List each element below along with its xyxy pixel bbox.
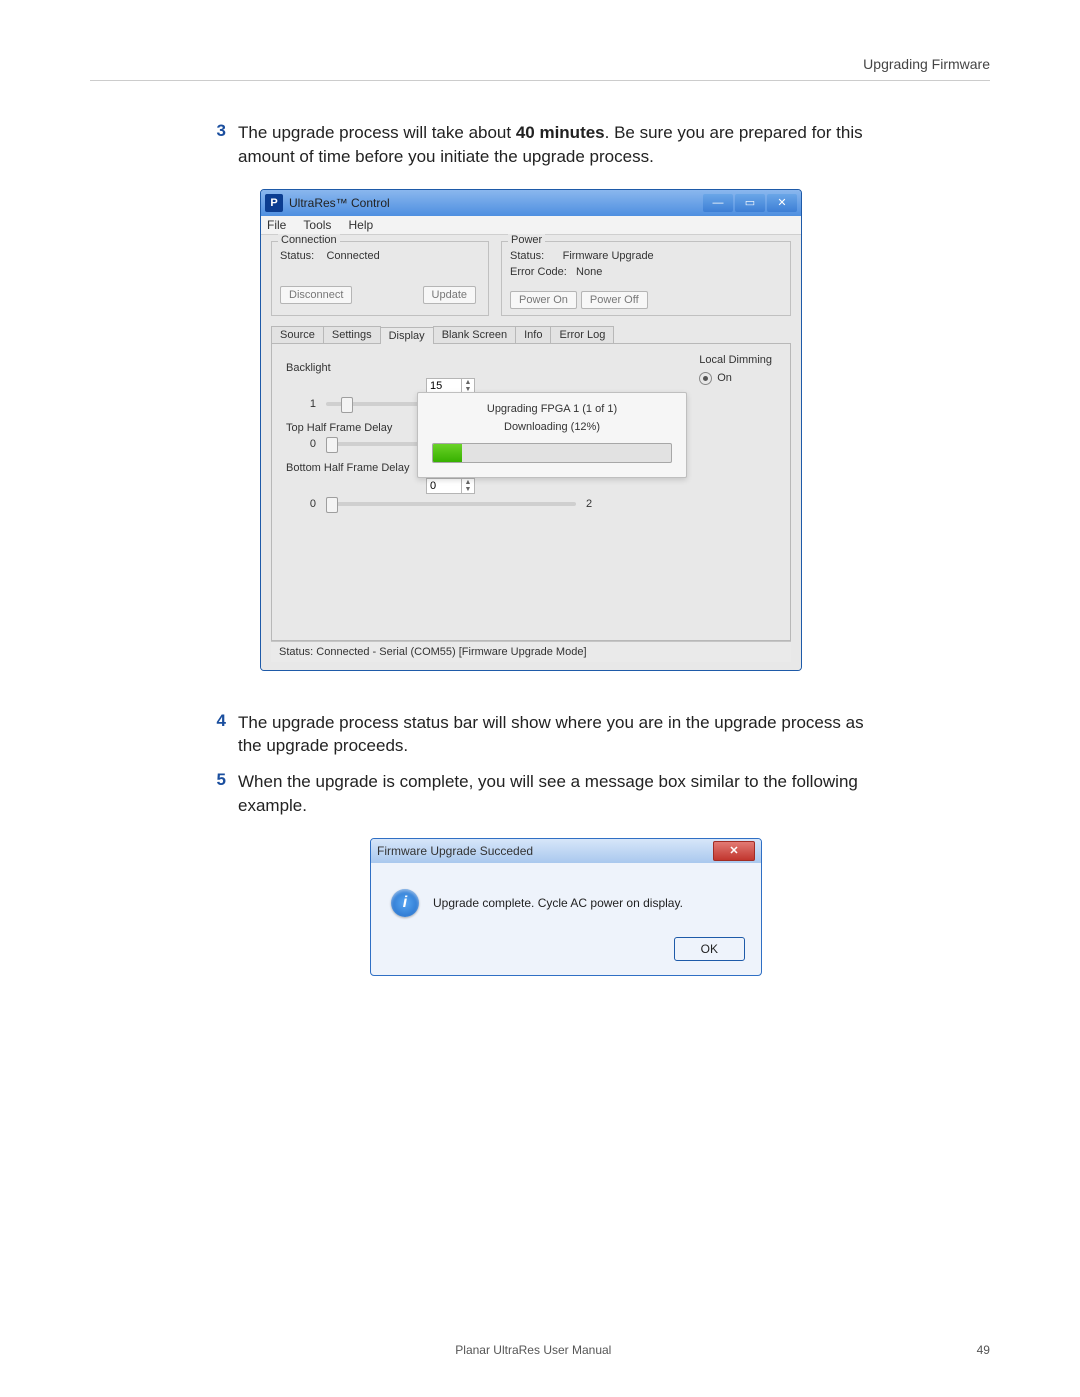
bottom-half-tick-right: 2 <box>586 498 606 510</box>
spinner-arrows-icon[interactable]: ▲▼ <box>461 479 474 493</box>
spinner-arrows-icon[interactable]: ▲▼ <box>461 379 474 393</box>
power-on-button[interactable]: Power On <box>510 291 577 309</box>
page-header: Upgrading Firmware <box>90 56 990 81</box>
connection-status-label: Status: <box>280 250 314 262</box>
tab-display[interactable]: Display <box>380 327 434 344</box>
dialog-message: Upgrade complete. Cycle AC power on disp… <box>433 896 683 910</box>
info-icon: i <box>391 889 419 917</box>
close-button[interactable]: ✕ <box>767 194 797 212</box>
step-5-number: 5 <box>200 770 226 818</box>
step-3-part-a: The upgrade process will take about <box>238 123 516 142</box>
minimize-button[interactable]: — <box>703 194 733 212</box>
step-4-text: The upgrade process status bar will show… <box>238 711 890 759</box>
power-status-value: Firmware Upgrade <box>563 250 654 262</box>
tab-settings[interactable]: Settings <box>323 326 381 343</box>
ok-button[interactable]: OK <box>674 937 745 961</box>
dialog-close-button[interactable]: ✕ <box>713 841 755 861</box>
connection-status-value: Connected <box>326 250 379 262</box>
error-code-label: Error Code: <box>510 266 567 278</box>
local-dimming-on-radio[interactable]: On <box>699 372 772 385</box>
tab-error-log[interactable]: Error Log <box>550 326 614 343</box>
step-3-number: 3 <box>200 121 226 169</box>
bottom-half-spinner[interactable]: ▲▼ <box>426 478 475 494</box>
step-4-number: 4 <box>200 711 226 759</box>
top-half-tick: 0 <box>296 438 316 450</box>
power-group-label: Power <box>508 234 545 246</box>
error-code-value: None <box>576 266 602 278</box>
dialog-title: Firmware Upgrade Succeded <box>377 844 713 858</box>
app-icon: P <box>265 194 283 212</box>
progress-line-2: Downloading (12%) <box>432 421 672 433</box>
bottom-half-tick-left: 0 <box>296 498 316 510</box>
tab-blank-screen[interactable]: Blank Screen <box>433 326 516 343</box>
tab-info[interactable]: Info <box>515 326 551 343</box>
firmware-success-dialog: Firmware Upgrade Succeded ✕ i Upgrade co… <box>370 838 762 976</box>
power-off-button[interactable]: Power Off <box>581 291 648 309</box>
window-titlebar[interactable]: P UltraRes™ Control — ▭ ✕ <box>261 190 801 216</box>
power-status-label: Status: <box>510 250 544 262</box>
step-5-text: When the upgrade is complete, you will s… <box>238 770 890 818</box>
menu-file[interactable]: File <box>267 218 286 232</box>
ultrares-control-window: P UltraRes™ Control — ▭ ✕ File Tools Hel… <box>260 189 802 671</box>
radio-dot-icon <box>699 372 712 385</box>
bottom-half-spin-input[interactable] <box>427 479 461 493</box>
step-3-bold: 40 minutes <box>516 123 605 142</box>
status-bar: Status: Connected - Serial (COM55) [Firm… <box>271 641 791 662</box>
update-button[interactable]: Update <box>423 286 476 304</box>
menu-tools[interactable]: Tools <box>303 218 331 232</box>
window-title: UltraRes™ Control <box>289 196 701 210</box>
connection-group-label: Connection <box>278 234 340 246</box>
progress-line-1: Upgrading FPGA 1 (1 of 1) <box>432 403 672 415</box>
backlight-tick: 1 <box>296 398 316 410</box>
upgrade-progress-popup: Upgrading FPGA 1 (1 of 1) Downloading (1… <box>417 392 687 478</box>
menu-bar: File Tools Help <box>261 216 801 235</box>
progress-bar <box>432 443 672 463</box>
local-dimming-label: Local Dimming <box>699 354 772 366</box>
dialog-titlebar[interactable]: Firmware Upgrade Succeded ✕ <box>371 839 761 863</box>
bottom-half-slider[interactable] <box>326 502 576 506</box>
tab-source[interactable]: Source <box>271 326 324 343</box>
menu-help[interactable]: Help <box>348 218 373 232</box>
step-3-text: The upgrade process will take about 40 m… <box>238 121 890 169</box>
disconnect-button[interactable]: Disconnect <box>280 286 352 304</box>
local-dimming-on-label: On <box>717 372 732 384</box>
backlight-spin-input[interactable] <box>427 379 461 393</box>
footer-manual-title: Planar UltraRes User Manual <box>455 1343 611 1357</box>
maximize-button[interactable]: ▭ <box>735 194 765 212</box>
page-number: 49 <box>977 1343 990 1357</box>
